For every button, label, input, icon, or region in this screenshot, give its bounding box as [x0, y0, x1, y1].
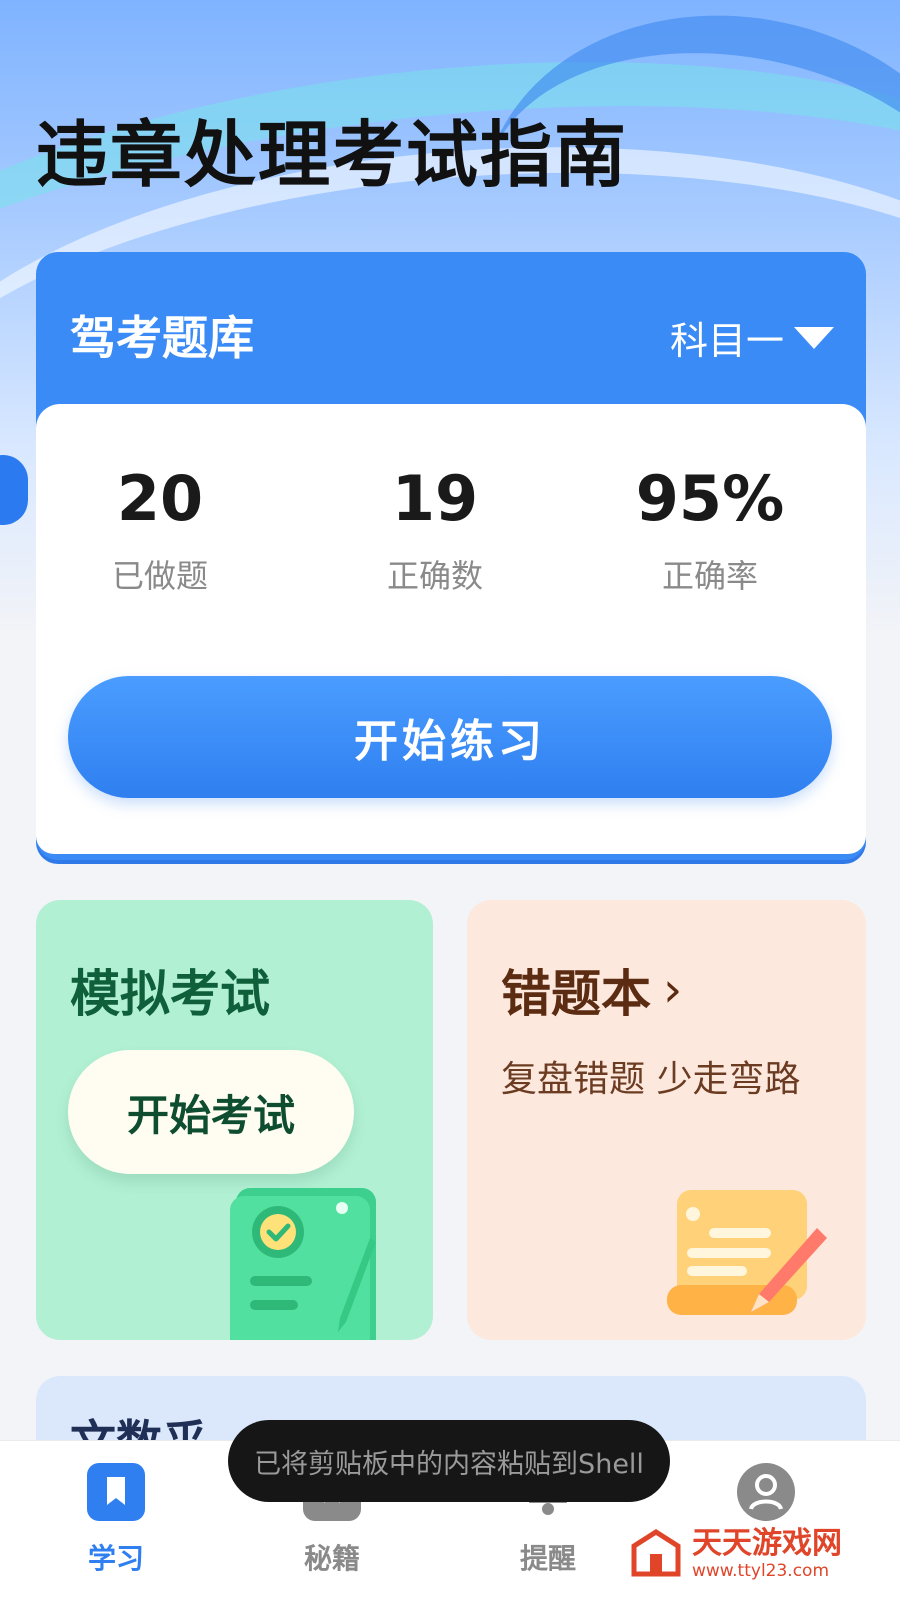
page-title: 违章处理考试指南: [36, 113, 629, 197]
subject-selector[interactable]: 科目一: [670, 310, 834, 365]
stat-value: 95%: [635, 462, 785, 535]
user-icon: [737, 1463, 795, 1521]
stat-done: 20 已做题: [40, 459, 280, 597]
stat-value: 19: [391, 462, 479, 535]
chevron-right-icon: ›: [663, 962, 683, 1018]
stat-label: 已做题: [111, 557, 208, 595]
watermark-url: www.ttyl23.com: [692, 1560, 830, 1581]
stat-label: 正确率: [661, 557, 758, 595]
nav-label: 秘籍: [303, 1542, 360, 1575]
site-watermark: 天天游戏网 www.ttyl23.com: [630, 1528, 842, 1580]
nav-label: 学习: [87, 1542, 144, 1575]
stats-panel: 20 已做题 19 正确数 95% 正确率 开始练习: [36, 404, 866, 854]
question-bank-card: 驾考题库 科目一 20 已做题 19 正确数 95% 正确率 开始练习: [36, 252, 866, 860]
wrong-questions-card[interactable]: 错题本 › 复盘错题 少走弯路: [467, 900, 866, 1340]
stat-accuracy: 95% 正确率: [590, 459, 830, 597]
toast-message: 已将剪贴板中的内容粘贴到Shell: [228, 1420, 670, 1502]
stat-label: 正确数: [386, 557, 483, 595]
mock-exam-card: 模拟考试 开始考试: [36, 900, 433, 1340]
nav-item-study[interactable]: 学习: [56, 1463, 176, 1577]
wrong-questions-title: 错题本 ›: [501, 954, 682, 1026]
mock-exam-title: 模拟考试: [70, 965, 270, 1023]
caret-down-icon: [794, 326, 834, 349]
scroll-pencil-illustration: [667, 1190, 827, 1315]
bookmark-icon: [87, 1463, 145, 1521]
start-practice-button[interactable]: 开始练习: [68, 676, 832, 798]
watermark-name: 天天游戏网: [692, 1525, 842, 1561]
stat-correct: 19 正确数: [315, 459, 555, 597]
watermark-logo-icon: [631, 1529, 681, 1577]
wrong-questions-subtitle: 复盘错题 少走弯路: [501, 1059, 801, 1100]
wrong-questions-label: 错题本: [501, 965, 651, 1023]
nav-label: 提醒: [519, 1542, 576, 1575]
subject-selector-label: 科目一: [669, 319, 784, 363]
exam-book-illustration: [230, 1188, 376, 1340]
question-bank-title: 驾考题库: [70, 311, 254, 365]
stat-value: 20: [116, 462, 204, 535]
start-exam-button[interactable]: 开始考试: [68, 1050, 354, 1174]
